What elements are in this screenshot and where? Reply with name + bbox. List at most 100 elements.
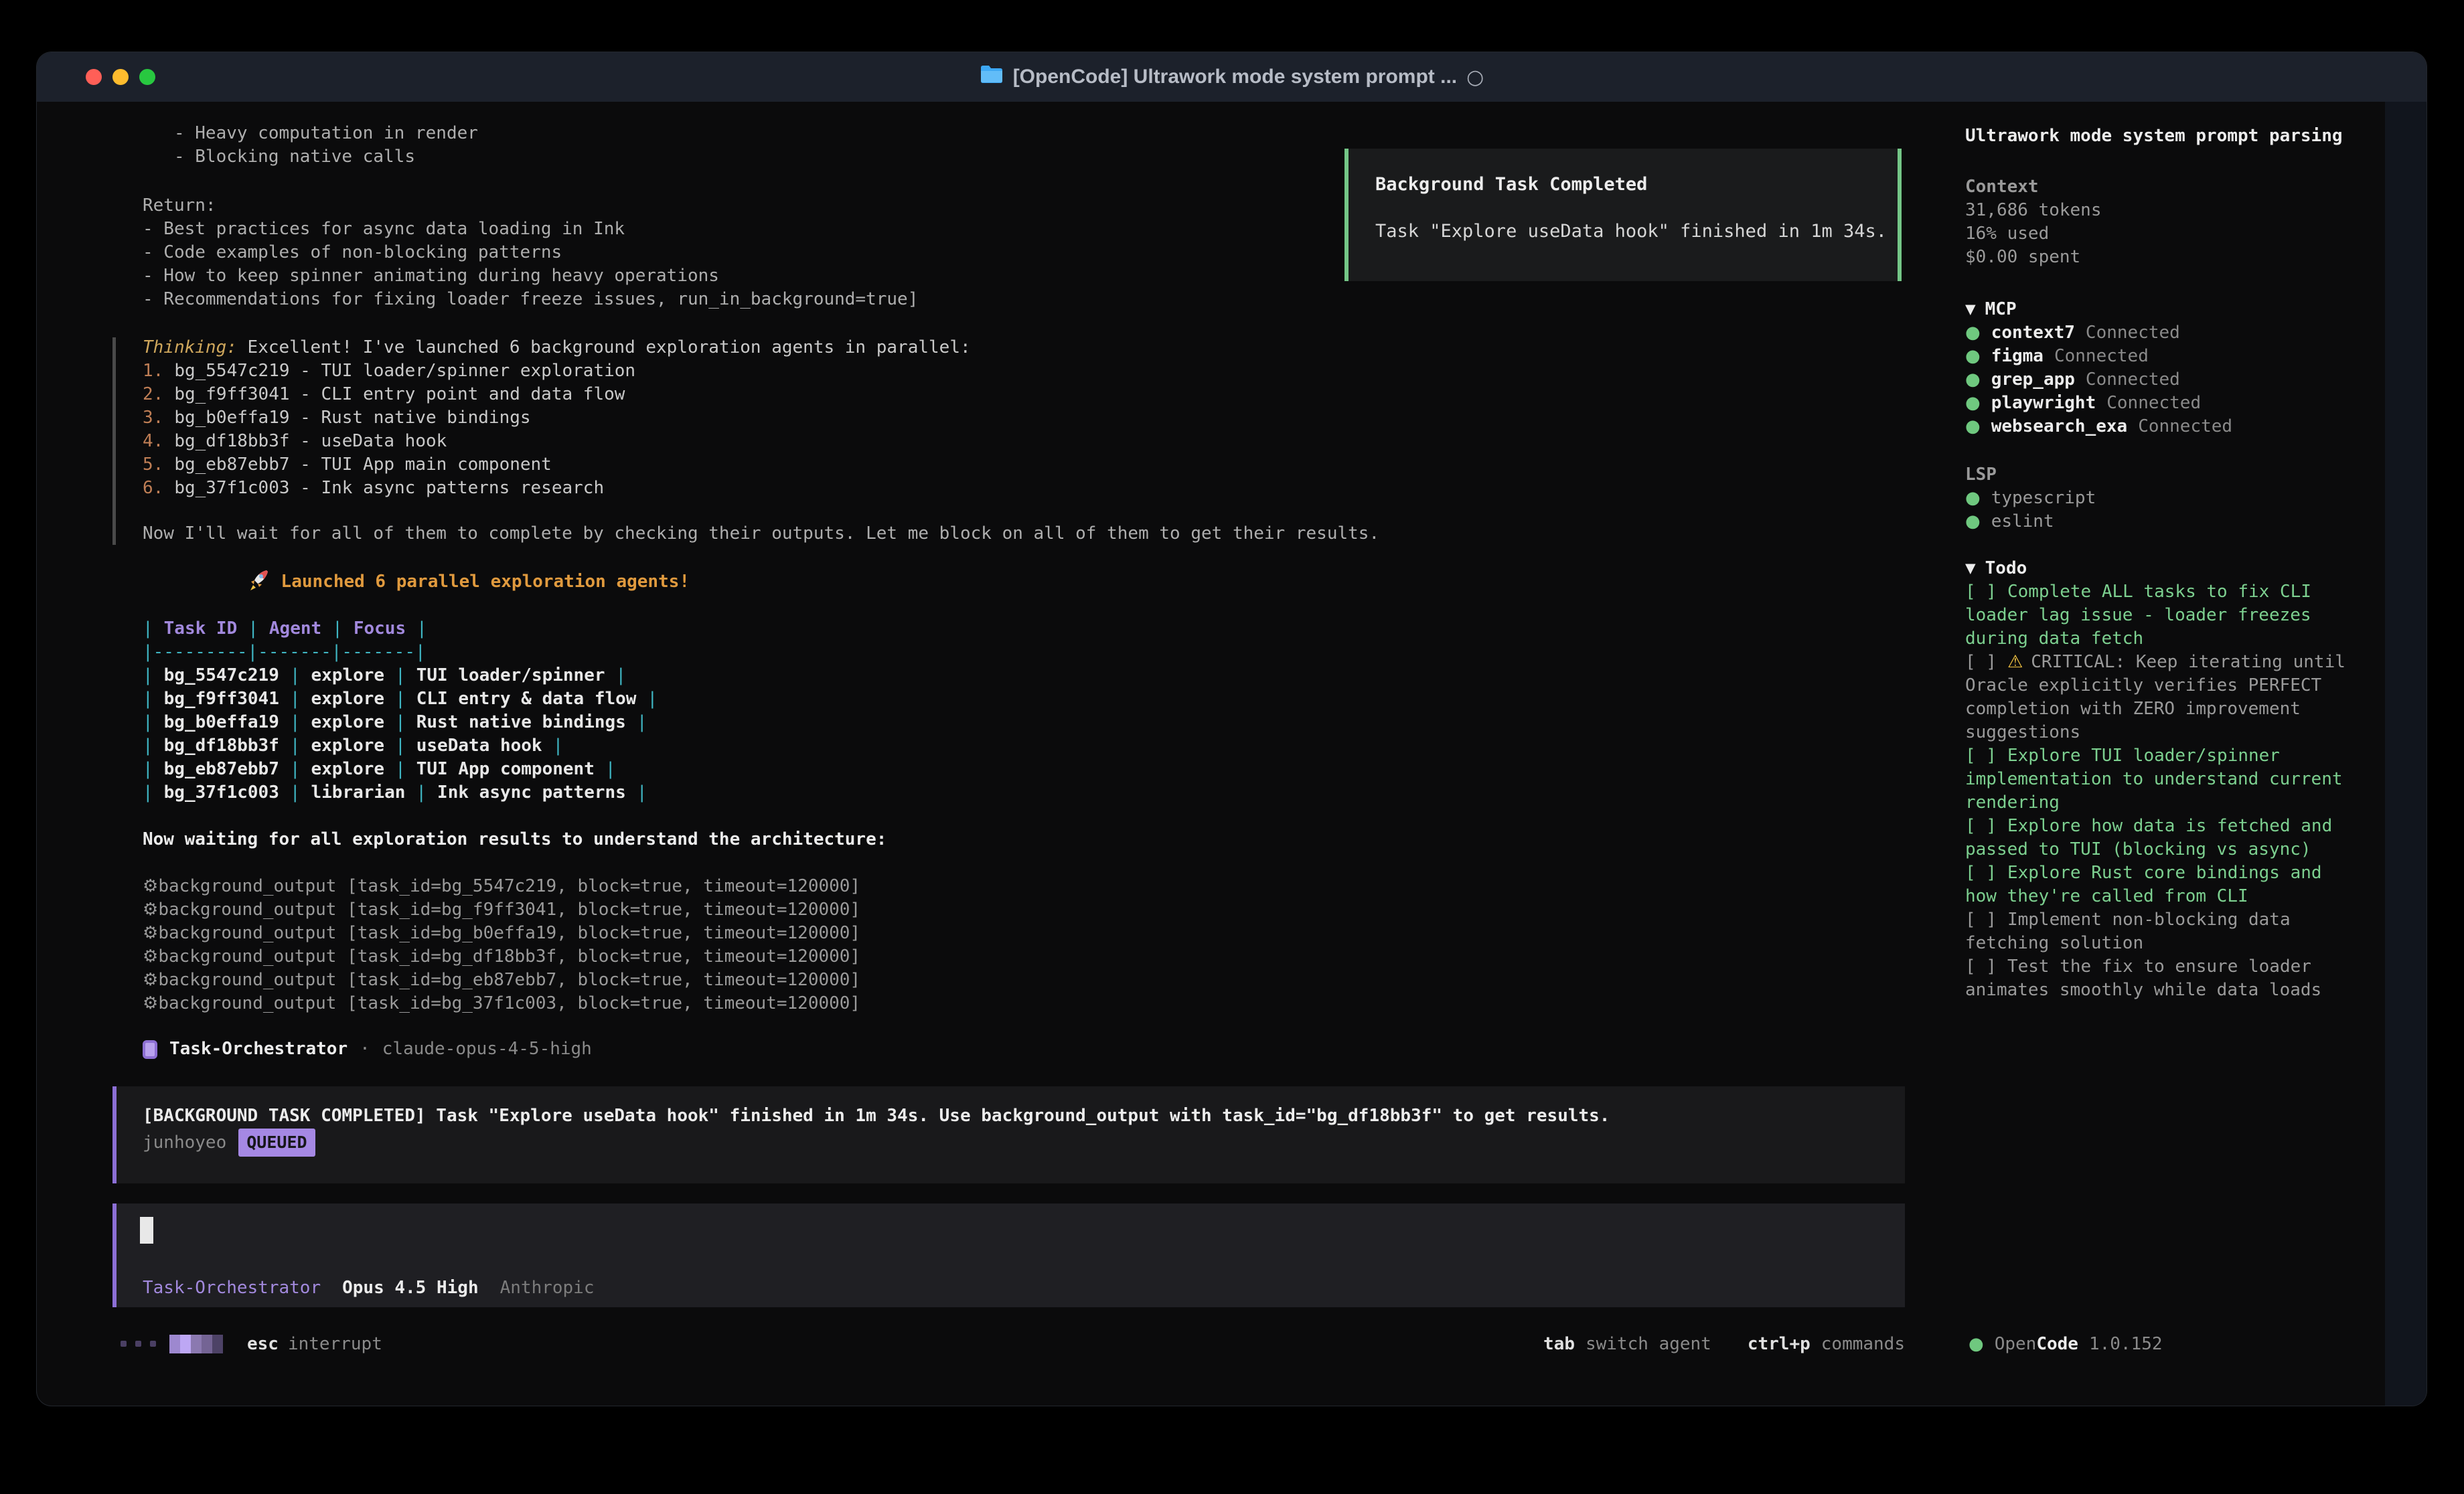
todo-heading: Todo [1985,558,2027,578]
mcp-item: ●figmaConnected [1965,345,2232,368]
todo-item: [ ]Explore TUI loader/spinner implementa… [1965,744,2357,815]
statusbar-right: tab switch agent ctrl+p commands [1543,1332,1905,1355]
brand-open: Open [1995,1334,2037,1354]
connected-dot-icon: ● [1965,510,1981,533]
statusbar-left: esc interrupt [121,1332,382,1355]
notification-title: Background Task Completed [1375,173,1898,196]
tool-calls-block: ⚙background_output [task_id=bg_5547c219,… [143,875,860,1015]
mcp-item: ●websearch_exaConnected [1965,415,2232,438]
output-line: - How to keep spinner animating during h… [143,264,918,288]
gear-icon: ⚙ [143,900,158,920]
todo-item: [ ]⚠CRITICAL: Keep iterating until Oracl… [1965,651,2357,744]
gear-icon: ⚙ [143,876,158,896]
loading-spinner [169,1335,223,1353]
folder-icon [980,64,1004,90]
warning-icon: ⚠ [2007,652,2023,672]
status-bar: esc interrupt tab switch agent ctrl+p co… [37,1332,2427,1355]
numbered-item: 5.bg_eb87ebb7 - TUI App main component [143,453,971,477]
username: junhoyeo [143,1129,226,1156]
agent-name: Task-Orchestrator [169,1038,348,1061]
prompt-input[interactable]: Task-Orchestrator Opus 4.5 High Anthropi… [112,1204,1905,1307]
lsp-section: LSP ●typescript ●eslint [1965,463,2096,533]
current-provider: Anthropic [500,1278,595,1298]
ctrlp-key-label: commands [1821,1334,1905,1354]
table-header-row: |Task ID|Agent|Focus| [143,617,658,641]
queued-badge: QUEUED [238,1129,315,1157]
tab-key-hint: tab [1543,1334,1575,1354]
context-tokens: 31,686 tokens [1965,199,2102,222]
right-edge-strip [2385,102,2427,1406]
terminal-window: [OpenCode] Ultrawork mode system prompt … [37,52,2427,1406]
context-section: Context 31,686 tokens 16% used $0.00 spe… [1965,175,2102,269]
message-text: [BACKGROUND TASK COMPLETED] Task "Explor… [143,1102,1905,1129]
mcp-section: ▼MCP ●context7Connected ●figmaConnected … [1965,298,2232,438]
background-task-message: [BACKGROUND TASK COMPLETED] Task "Explor… [112,1086,1905,1183]
table-row: |bg_f9ff3041|explore|CLI entry & data fl… [143,687,658,711]
chevron-down-icon[interactable]: ▼ [1965,558,1976,578]
chevron-down-icon[interactable]: ▼ [1965,299,1976,319]
context-used: 16% used [1965,222,2102,246]
current-agent[interactable]: Task-Orchestrator [143,1278,321,1298]
screen: [OpenCode] Ultrawork mode system prompt … [0,0,2464,1494]
table-row: |bg_37f1c003|librarian|Ink async pattern… [143,781,658,805]
todo-item: [ ]Explore Rust core bindings and how th… [1965,861,2357,908]
session-title: Ultrawork mode system prompt parsing [1965,126,2343,146]
table-row: |bg_eb87ebb7|explore|TUI App component| [143,758,658,781]
col-agent: Agent [269,618,321,639]
numbered-item: 2.bg_f9ff3041 - CLI entry point and data… [143,383,971,406]
output-line: - Blocking native calls [143,145,478,169]
agent-icon [143,1040,157,1059]
thinking-text: Excellent! I've launched 6 background ex… [237,337,971,357]
status-circle-icon: ○ [1466,66,1484,89]
tool-call-line: ⚙background_output [task_id=bg_37f1c003,… [143,992,860,1015]
todo-section: ▼Todo [ ]Complete ALL tasks to fix CLI l… [1965,557,2357,1002]
spinner-dots [121,1341,156,1347]
close-button[interactable] [86,69,102,85]
table-row: |bg_df18bb3f|explore|useData hook| [143,734,658,758]
numbered-item: 6.bg_37f1c003 - Ink async patterns resea… [143,477,971,500]
minimize-button[interactable] [112,69,129,85]
mcp-item: ●context7Connected [1965,321,2232,345]
mcp-item: ●playwrightConnected [1965,392,2232,415]
lsp-heading: LSP [1965,463,2096,487]
current-model[interactable]: Opus 4.5 High [342,1278,479,1298]
output-line: - Best practices for async data loading … [143,218,918,241]
context-spent: $0.00 spent [1965,246,2102,269]
gear-icon: ⚙ [143,993,158,1013]
agent-header: Task-Orchestrator · claude-opus-4-5-high [143,1038,592,1061]
lsp-item: ●eslint [1965,510,2096,533]
todo-heading-row[interactable]: ▼ Todo [1965,557,2357,580]
todo-item: [ ]Test the fix to ensure loader animate… [1965,955,2357,1002]
connected-dot-icon: ● [1965,321,1981,345]
launched-block: Launched 6 parallel exploration agents! [143,570,690,594]
zoom-button[interactable] [139,69,155,85]
wait-line: Now I'll wait for all of them to complet… [143,522,1379,546]
tool-call-line: ⚙background_output [task_id=bg_eb87ebb7,… [143,969,860,992]
output-line: Return: [143,194,918,218]
connected-dot-icon: ● [1965,368,1981,392]
esc-key-hint: esc [247,1334,279,1354]
gear-icon: ⚙ [143,923,158,943]
col-task-id: Task ID [164,618,238,639]
statusbar-brand: ● OpenCode 1.0.152 [1969,1332,2163,1355]
tab-key-label: switch agent [1586,1334,1711,1354]
table-separator-row: |---------|-------|-------| [143,641,658,664]
numbered-item: 3.bg_b0effa19 - Rust native bindings [143,406,971,430]
app-version: 1.0.152 [2089,1334,2163,1354]
gear-icon: ⚙ [143,970,158,990]
tool-output-tail: - Heavy computation in render - Blocking… [143,122,478,169]
mcp-heading: MCP [1985,299,2017,319]
titlebar: [OpenCode] Ultrawork mode system prompt … [37,52,2427,102]
mcp-heading-row[interactable]: ▼ MCP [1965,298,2232,321]
brand-code: Code [2036,1334,2078,1354]
wait-line-block: Now I'll wait for all of them to complet… [143,522,1379,546]
tool-call-line: ⚙background_output [task_id=bg_df18bb3f,… [143,945,860,969]
connected-dot-icon: ● [1965,487,1981,510]
thinking-label: Thinking: [143,337,237,357]
todo-item: [ ]Explore how data is fetched and passe… [1965,815,2357,861]
tool-call-line: ⚙background_output [task_id=bg_f9ff3041,… [143,898,860,922]
tool-call-line: ⚙background_output [task_id=bg_5547c219,… [143,875,860,898]
notification-toast[interactable]: Background Task Completed Task "Explore … [1344,149,1902,281]
return-block: Return: - Best practices for async data … [143,194,918,311]
table-row: |bg_b0effa19|explore|Rust native binding… [143,711,658,734]
